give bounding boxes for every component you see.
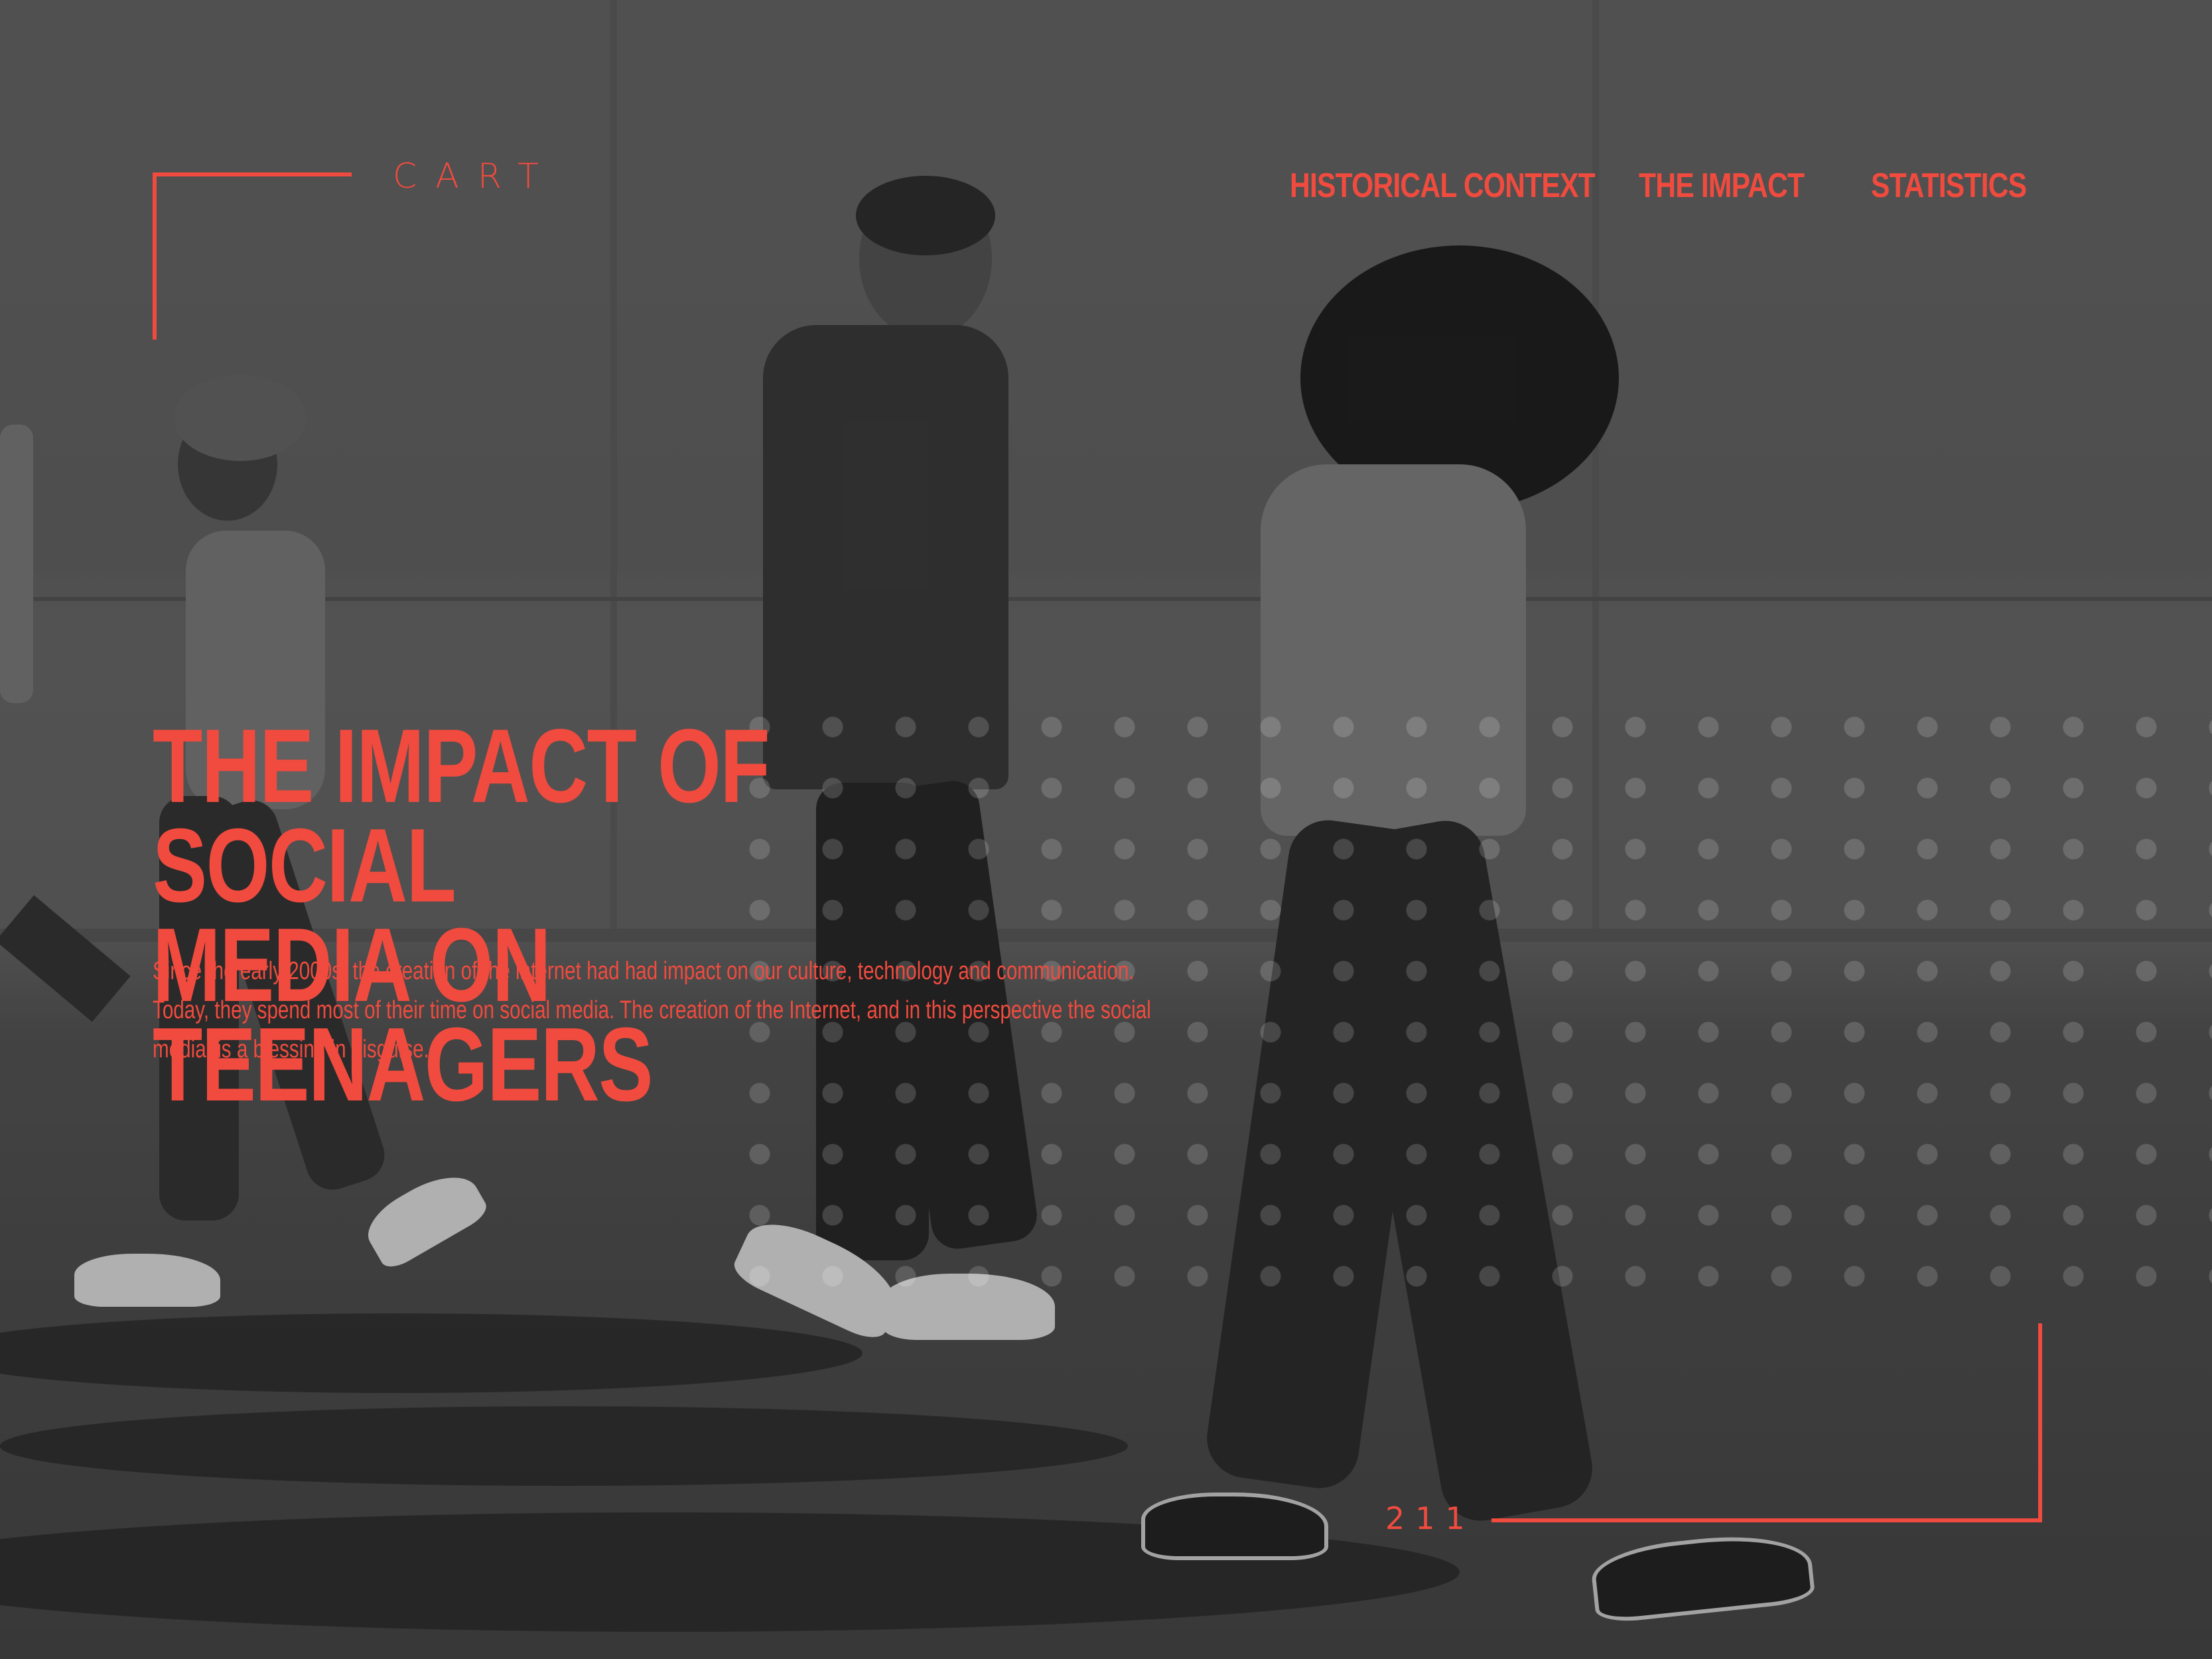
corner-bracket-icon (1491, 1518, 2042, 1522)
corner-bracket-icon (2038, 1323, 2042, 1522)
title-line: THE IMPACT OF SOCIAL (153, 708, 770, 924)
nav-item-historical-context[interactable]: HISTORICAL CONTEXT (1290, 166, 1596, 206)
corner-bracket-icon (153, 172, 157, 340)
nav-item-the-impact[interactable]: THE IMPACT (1639, 166, 1805, 206)
nav-item-statistics[interactable]: STATISTICS (1871, 166, 2027, 206)
hero-description: Since the early 2000s, the creation of t… (153, 957, 1151, 1063)
brand-logo[interactable]: CART (393, 157, 557, 196)
page: CART HISTORICAL CONTEXT THE IMPACT STATI… (0, 0, 2212, 1659)
corner-bracket-icon (153, 172, 352, 176)
page-number: 211 (1385, 1500, 1476, 1536)
